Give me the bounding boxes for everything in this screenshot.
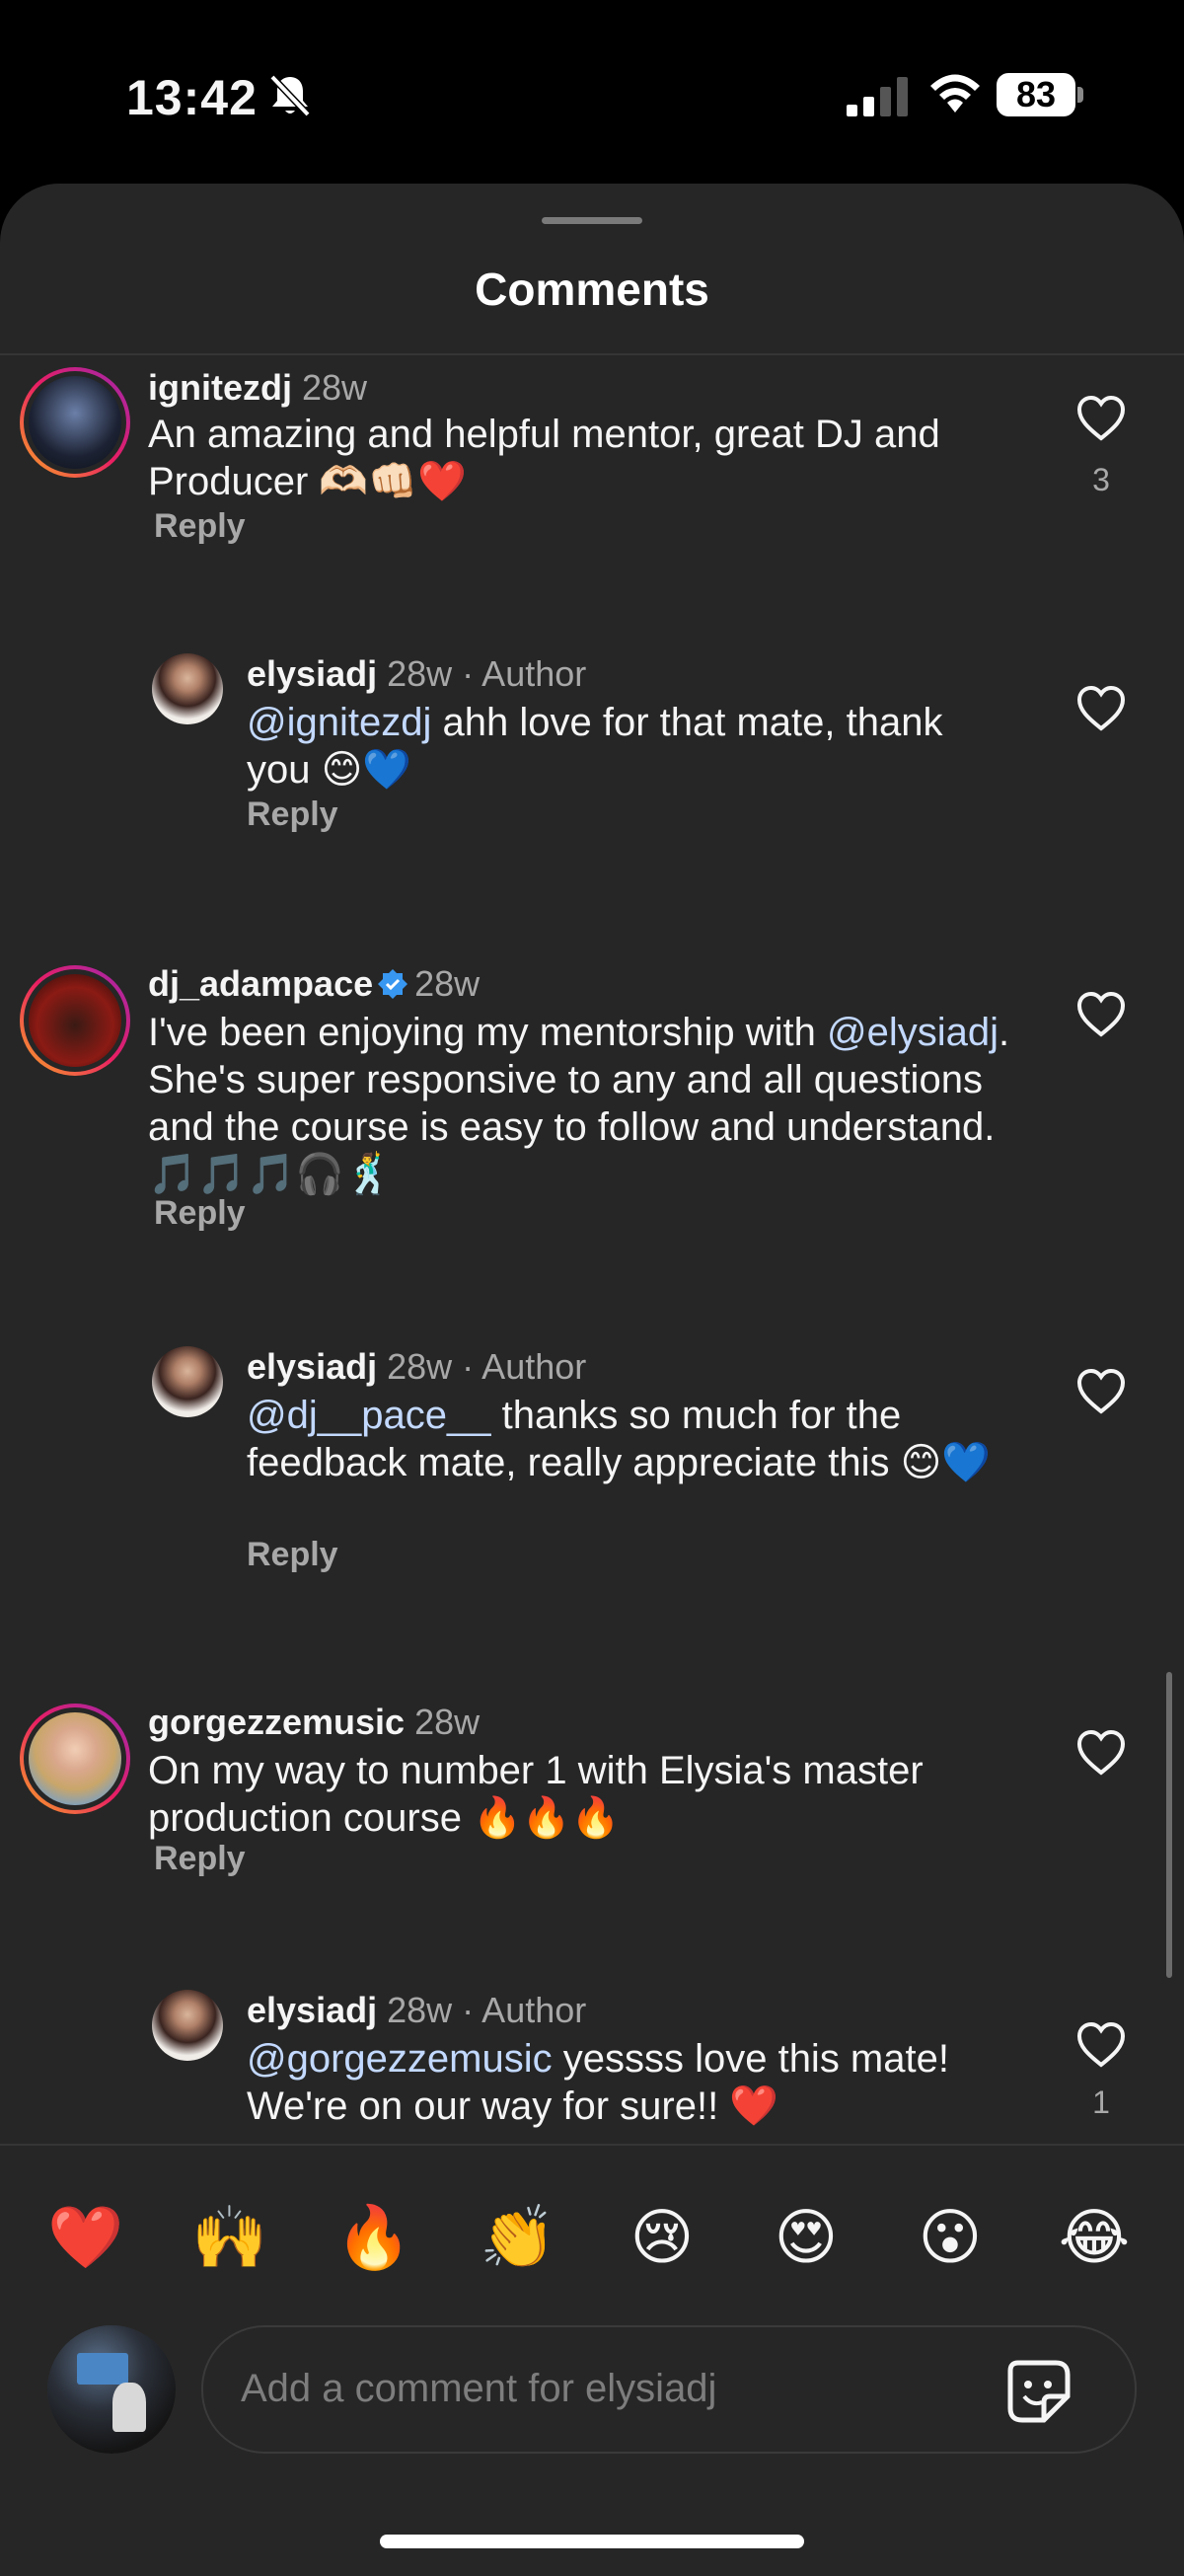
battery-nub [1077, 87, 1083, 103]
heart-icon[interactable] [1075, 1368, 1127, 1415]
current-user-avatar [47, 2325, 176, 2454]
reply-button[interactable]: Reply [154, 1194, 246, 1233]
verified-badge-icon [378, 969, 408, 999]
reaction-raised-hands[interactable]: 🙌 [185, 2199, 274, 2278]
author-label: · Author [462, 1990, 587, 2030]
avatar[interactable] [152, 1346, 223, 1417]
reply-button[interactable]: Reply [154, 507, 246, 546]
reaction-clap[interactable]: 👏 [474, 2199, 562, 2278]
avatar[interactable] [20, 367, 130, 478]
comment-meta: dj_adampace 28w [148, 963, 480, 1005]
comment-meta: gorgezzemusic 28w [148, 1702, 480, 1743]
comment-composer: ❤️ 🙌 🔥 👏 😢 😍 😮 😂 Add a comment for elysi… [0, 2144, 1184, 2576]
comment-meta: elysiadj 28w · Author [247, 1346, 586, 1388]
timestamp: 28w [414, 1702, 481, 1742]
username[interactable]: gorgezzemusic [148, 1702, 405, 1742]
reply-button[interactable]: Reply [247, 796, 338, 834]
like-count: 1 [1092, 2084, 1110, 2120]
home-indicator[interactable] [380, 2535, 804, 2548]
comment-meta: elysiadj 28w · Author [247, 653, 586, 695]
avatar[interactable] [152, 1990, 223, 2061]
mention-link[interactable]: @gorgezzemusic [247, 2037, 553, 2081]
reaction-heart-eyes[interactable]: 😍 [762, 2199, 851, 2278]
sheet-title: Comments [475, 264, 709, 315]
mention-link[interactable]: @elysiadj [827, 1011, 999, 1054]
status-bar: 13:42 83 [0, 0, 1184, 188]
heart-icon[interactable] [1075, 1729, 1127, 1777]
author-label: · Author [462, 653, 587, 694]
comment-body: I've been enjoying my mentorship with [148, 1011, 827, 1054]
author-label: · Author [462, 1346, 587, 1387]
comments-list[interactable]: ignitezdj 28w An amazing and helpful men… [0, 355, 1184, 2327]
reaction-laughing[interactable]: 😂 [1050, 2199, 1139, 2278]
reaction-fire[interactable]: 🔥 [330, 2199, 418, 2278]
heart-icon[interactable] [1075, 395, 1127, 442]
cellular-signal-icon [847, 77, 908, 116]
comment-text: @dj__pace__ thanks so much for the feedb… [247, 1392, 1026, 1486]
comment-text: On my way to number 1 with Elysia's mast… [148, 1747, 1016, 1842]
timestamp: 28w [302, 367, 368, 408]
comment-input-placeholder: Add a comment for elysiadj [241, 2367, 717, 2410]
status-time: 13:42 [126, 70, 258, 125]
comment-text: @gorgezzemusic yessss love this mate! We… [247, 2035, 1026, 2130]
mention-link[interactable]: @dj__pace__ [247, 1394, 490, 1437]
battery-level: 83 [997, 73, 1075, 116]
scrollbar[interactable] [1166, 1672, 1172, 1978]
username[interactable]: ignitezdj [148, 367, 292, 408]
sticker-icon[interactable] [1004, 2357, 1073, 2426]
avatar[interactable] [152, 653, 223, 724]
avatar[interactable] [20, 965, 130, 1076]
quick-reactions: ❤️ 🙌 🔥 👏 😢 😍 😮 😂 [0, 2199, 1184, 2278]
heart-icon[interactable] [1075, 2021, 1127, 2069]
username[interactable]: elysiadj [247, 1990, 377, 2030]
timestamp: 28w [387, 653, 453, 694]
comment-body: On my way to number 1 with Elysia's mast… [148, 1749, 924, 1840]
heart-icon[interactable] [1075, 991, 1127, 1038]
mention-link[interactable]: @ignitezdj [247, 701, 431, 744]
comment-text: An amazing and helpful mentor, great DJ … [148, 411, 1016, 505]
username[interactable]: dj_adampace [148, 963, 373, 1004]
comment-text: I've been enjoying my mentorship with @e… [148, 1009, 1016, 1198]
reaction-heart[interactable]: ❤️ [41, 2199, 130, 2278]
wifi-icon [930, 74, 980, 113]
reaction-surprised[interactable]: 😮 [906, 2199, 995, 2278]
comment-text: @ignitezdj ahh love for that mate, thank… [247, 699, 1016, 794]
reply-button[interactable]: Reply [154, 1840, 246, 1878]
comment-input[interactable]: Add a comment for elysiadj [201, 2325, 1137, 2454]
comment-body: An amazing and helpful mentor, great DJ … [148, 413, 940, 503]
avatar[interactable] [20, 1704, 130, 1814]
reaction-crying[interactable]: 😢 [618, 2199, 706, 2278]
timestamp: 28w [387, 1990, 453, 2030]
reply-button[interactable]: Reply [247, 1536, 338, 1574]
username[interactable]: elysiadj [247, 1346, 377, 1387]
sheet-grabber[interactable] [542, 217, 642, 224]
username[interactable]: elysiadj [247, 653, 377, 694]
comment-meta: elysiadj 28w · Author [247, 1990, 586, 2031]
timestamp: 28w [387, 1346, 453, 1387]
comment-meta: ignitezdj 28w [148, 367, 367, 409]
heart-icon[interactable] [1075, 685, 1127, 732]
bell-slash-icon [269, 74, 311, 117]
timestamp: 28w [414, 963, 481, 1004]
like-count: 3 [1092, 462, 1110, 497]
